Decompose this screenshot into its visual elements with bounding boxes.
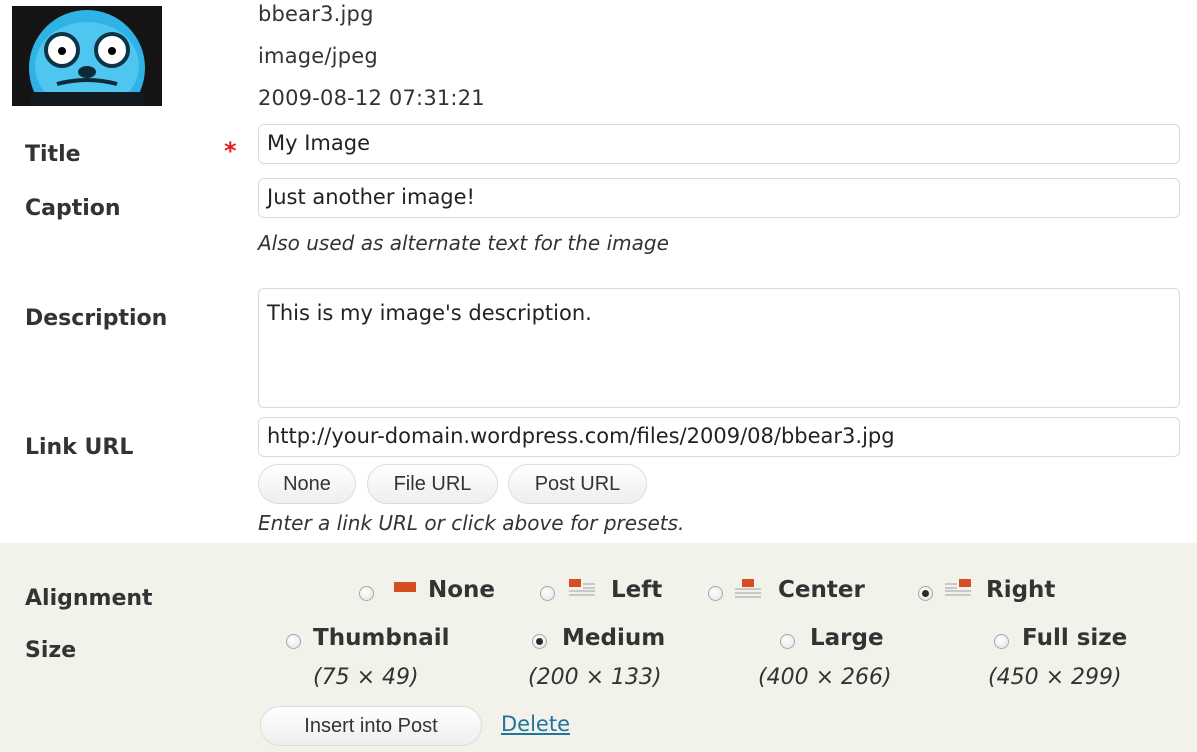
size-large-radio[interactable] (780, 634, 795, 649)
size-medium-radio[interactable] (532, 634, 547, 649)
size-medium-dimensions: (200 × 133) (528, 665, 662, 690)
caption-input[interactable]: Just another image! (258, 178, 1180, 218)
size-full-radio[interactable] (994, 634, 1009, 649)
description-textarea[interactable]: This is my image's description. (258, 288, 1180, 408)
link-none-button[interactable]: None (258, 464, 356, 504)
link-url-label: Link URL (25, 435, 134, 460)
size-thumbnail-label: Thumbnail (313, 625, 450, 651)
image-thumbnail (12, 6, 162, 106)
required-indicator: * (224, 137, 237, 165)
size-thumbnail-radio[interactable] (286, 634, 301, 649)
link-url-input[interactable]: http://your-domain.wordpress.com/files/2… (258, 417, 1180, 457)
size-label: Size (25, 638, 77, 663)
align-right-label: Right (986, 577, 1056, 603)
align-right-icon (945, 579, 971, 596)
caption-help-text: Also used as alternate text for the imag… (258, 231, 669, 255)
size-full-dimensions: (450 × 299) (988, 665, 1122, 690)
align-center-icon (735, 579, 761, 598)
title-input[interactable]: My Image (258, 124, 1180, 164)
size-large-label: Large (810, 625, 884, 651)
file-upload-date: 2009-08-12 07:31:21 (258, 86, 485, 110)
description-label: Description (25, 306, 168, 331)
align-none-label: None (428, 577, 496, 603)
size-large-dimensions: (400 × 266) (758, 665, 892, 690)
link-file-url-button[interactable]: File URL (367, 464, 498, 504)
align-left-label: Left (611, 577, 663, 603)
insert-into-post-button[interactable]: Insert into Post (260, 706, 482, 746)
align-left-radio[interactable] (540, 586, 555, 601)
link-post-url-button[interactable]: Post URL (508, 464, 647, 504)
align-left-icon (569, 579, 595, 596)
caption-label: Caption (25, 196, 121, 221)
align-none-radio[interactable] (359, 586, 374, 601)
align-center-label: Center (778, 577, 865, 603)
title-label: Title (25, 142, 81, 167)
size-medium-label: Medium (562, 625, 666, 651)
align-center-radio[interactable] (708, 586, 723, 601)
file-mime-type: image/jpeg (258, 44, 378, 68)
size-full-label: Full size (1022, 625, 1128, 651)
delete-link[interactable]: Delete (501, 712, 570, 736)
align-right-radio[interactable] (918, 586, 933, 601)
file-name: bbear3.jpg (258, 2, 374, 26)
size-thumbnail-dimensions: (75 × 49) (313, 665, 419, 690)
alignment-label: Alignment (25, 586, 153, 611)
align-none-icon (394, 582, 416, 592)
link-url-help-text: Enter a link URL or click above for pres… (258, 511, 685, 535)
